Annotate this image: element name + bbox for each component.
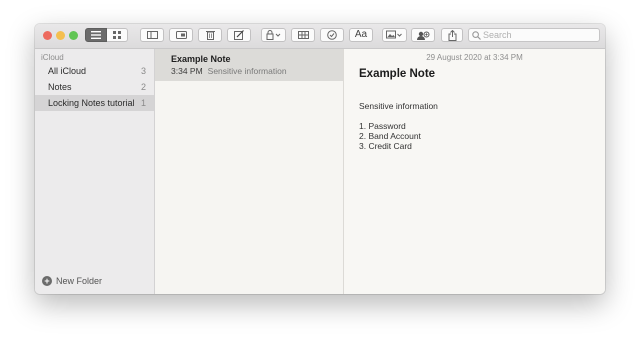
sidebar-item-count: 3 [140, 66, 146, 76]
table-icon [297, 31, 309, 39]
checklist-button[interactable] [320, 28, 344, 42]
gallery-view-icon [113, 31, 121, 39]
zoom-window-button[interactable] [69, 31, 78, 40]
editor-body-text[interactable]: Sensitive information [359, 101, 438, 111]
lock-icon [266, 30, 280, 40]
editor-numbered-list[interactable]: 1. Password 2. Band Account 3. Credit Ca… [359, 121, 421, 151]
list-item[interactable]: Example Note 3:34 PM Sensitive informatio… [155, 49, 343, 81]
table-button[interactable] [291, 28, 315, 42]
new-folder-button[interactable]: + New Folder [42, 275, 102, 287]
delete-button[interactable] [198, 28, 222, 42]
minimize-window-button[interactable] [56, 31, 65, 40]
sidebar-section-label: iCloud [41, 53, 64, 62]
format-icon: Aa [354, 29, 368, 40]
note-time: 3:34 PM [171, 66, 203, 76]
new-note-button[interactable] [227, 28, 251, 42]
sidebar-item-locking-notes-tutorial[interactable]: Locking Notes tutorial 1 [35, 95, 154, 111]
sidebar-item-label: All iCloud [48, 66, 87, 76]
note-list: Example Note 3:34 PM Sensitive informatio… [155, 49, 344, 294]
editor-title[interactable]: Example Note [359, 68, 435, 80]
list-item[interactable]: 2. Band Account [359, 131, 421, 141]
toggle-sidebar-button[interactable] [140, 28, 164, 42]
sidebar-item-count: 2 [140, 82, 146, 92]
note-meta: 3:34 PM Sensitive information [171, 66, 287, 76]
close-window-button[interactable] [43, 31, 52, 40]
folder-sidebar: iCloud All iCloud 3 Notes 2 Locking Note… [35, 49, 155, 294]
sidebar-item-label: Locking Notes tutorial [48, 98, 135, 108]
sidebar-item-count: 1 [140, 98, 146, 108]
collaborate-button[interactable] [411, 28, 435, 42]
search-input[interactable] [483, 29, 595, 41]
list-view-button[interactable] [85, 28, 107, 42]
trash-icon [205, 31, 215, 40]
attachments-button[interactable] [169, 28, 193, 42]
list-view-icon [91, 31, 101, 39]
notes-window: Aa Search iCloud All iCloud 3 Notes 2 Lo… [35, 24, 605, 294]
media-menu-button[interactable] [382, 28, 407, 42]
sidebar-item-all-icloud[interactable]: All iCloud 3 [35, 63, 154, 79]
compose-icon [234, 30, 244, 40]
share-button[interactable] [441, 28, 463, 42]
checklist-icon [327, 30, 337, 40]
list-item[interactable]: 3. Credit Card [359, 141, 421, 151]
search-icon [472, 31, 481, 40]
toolbar: Aa [35, 24, 605, 49]
sidebar-toggle-icon [146, 31, 158, 39]
media-icon [386, 30, 402, 39]
note-editor[interactable]: 29 August 2020 at 3:34 PM Example Note S… [344, 49, 605, 294]
attachments-icon [175, 31, 187, 39]
plus-circle-icon: + [42, 276, 52, 286]
share-icon [448, 29, 456, 41]
gallery-view-button[interactable] [107, 28, 128, 42]
list-item[interactable]: 1. Password [359, 121, 421, 131]
note-date: 29 August 2020 at 3:34 PM [426, 53, 523, 62]
note-preview: Sensitive information [207, 66, 287, 76]
collaborate-icon [416, 31, 429, 40]
sidebar-item-notes[interactable]: Notes 2 [35, 79, 154, 95]
format-button[interactable]: Aa [349, 28, 373, 42]
note-title: Example Note [171, 54, 231, 64]
lock-menu-button[interactable] [261, 28, 286, 42]
search-field[interactable] [468, 28, 600, 42]
new-folder-label: New Folder [56, 276, 103, 286]
sidebar-item-label: Notes [48, 82, 72, 92]
